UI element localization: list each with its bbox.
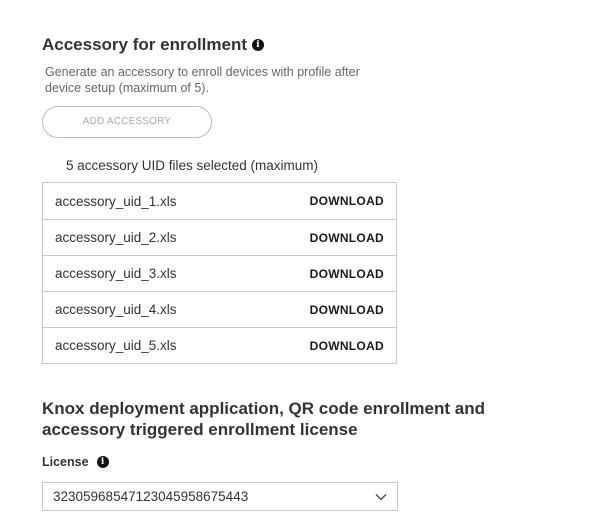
accessory-title-text: Accessory for enrollment <box>42 35 248 54</box>
chevron-down-icon <box>375 493 387 500</box>
selected-files-note: 5 accessory UID files selected (maximum) <box>65 158 319 173</box>
license-value: 3230596854712304595867544​3 <box>53 489 249 504</box>
license-select[interactable]: 3230596854712304595867544​3 <box>42 482 398 511</box>
add-accessory-button[interactable]: ADD ACCESSORY <box>42 106 212 138</box>
accessory-file-list: accessory_uid_1.xls DOWNLOAD accessory_u… <box>42 182 397 364</box>
download-link[interactable]: DOWNLOAD <box>310 339 384 353</box>
info-icon[interactable]: i <box>252 39 265 51</box>
file-name: accessory_uid_3.xls <box>55 266 177 281</box>
file-name: accessory_uid_5.xls <box>55 338 177 353</box>
file-name: accessory_uid_2.xls <box>55 230 177 245</box>
file-row: accessory_uid_4.xls DOWNLOAD <box>43 291 396 327</box>
file-row: accessory_uid_2.xls DOWNLOAD <box>43 219 396 255</box>
download-link[interactable]: DOWNLOAD <box>310 267 384 281</box>
download-link[interactable]: DOWNLOAD <box>310 303 384 317</box>
file-row: accessory_uid_5.xls DOWNLOAD <box>43 327 396 363</box>
download-link[interactable]: DOWNLOAD <box>310 194 384 208</box>
file-row: accessory_uid_3.xls DOWNLOAD <box>43 255 396 291</box>
accessory-section-title: Accessory for enrollment i <box>42 35 265 55</box>
info-icon[interactable]: i <box>96 456 109 468</box>
license-label-text: License <box>42 455 89 469</box>
download-link[interactable]: DOWNLOAD <box>310 231 384 245</box>
file-name: accessory_uid_1.xls <box>55 193 177 209</box>
license-section-title: Knox deployment application, QR code enr… <box>42 399 485 439</box>
accessory-description: Generate an accessory to enroll devices … <box>45 65 360 95</box>
license-label: License i <box>42 455 109 469</box>
file-row: accessory_uid_1.xls DOWNLOAD <box>43 183 396 219</box>
file-name: accessory_uid_4.xls <box>55 302 177 317</box>
